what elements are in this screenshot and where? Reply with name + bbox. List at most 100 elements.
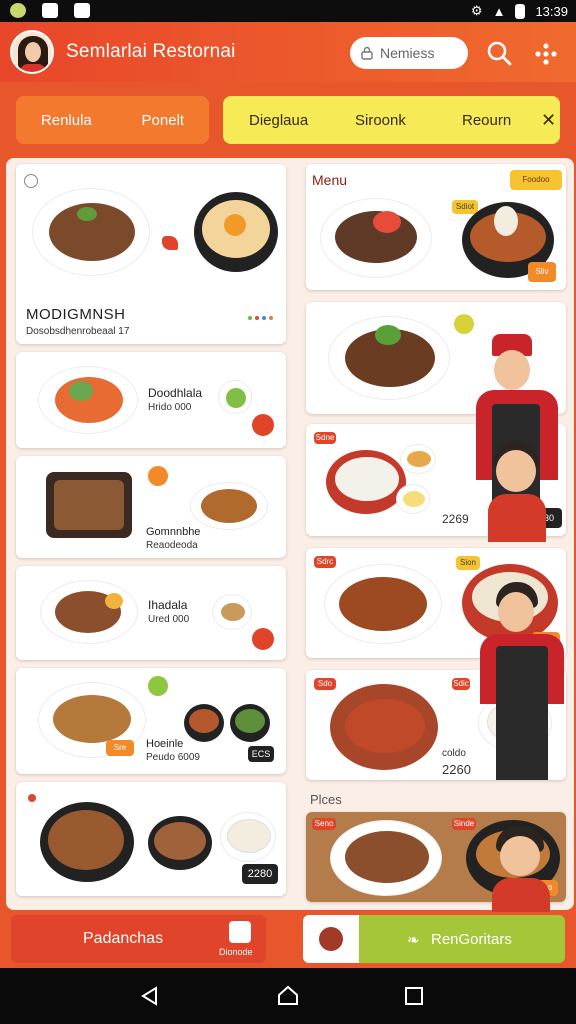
dish-image bbox=[40, 580, 138, 644]
search-placeholder: Nemiess bbox=[380, 45, 435, 61]
menu-title: Menu bbox=[312, 172, 348, 188]
dish-image bbox=[32, 188, 150, 276]
message-icon bbox=[42, 3, 58, 18]
dish-badge: Sion bbox=[456, 556, 480, 570]
tag-icon bbox=[252, 628, 274, 650]
back-icon[interactable] bbox=[140, 986, 160, 1006]
padanchas-button[interactable]: Padanchas Dionode bbox=[11, 915, 266, 963]
card-subtitle: Dosobsdhenrobeaal 17 bbox=[26, 326, 130, 337]
app-bar: Semlarlai Restornai Nemiess bbox=[0, 22, 576, 82]
egg-image bbox=[396, 484, 430, 514]
dish-badge: Sdic bbox=[452, 678, 470, 690]
clock-icon bbox=[24, 174, 38, 188]
dish-badge: Sdne bbox=[314, 432, 336, 444]
pepper-icon bbox=[162, 236, 178, 250]
dish-badge: Sre bbox=[106, 740, 134, 756]
dish-badge: Sliv bbox=[528, 262, 556, 282]
noodle-dish-image bbox=[324, 564, 442, 644]
home-icon[interactable] bbox=[276, 984, 300, 1006]
dish-badge: Sinde bbox=[452, 818, 476, 830]
button-sublabel: Dionode bbox=[219, 947, 253, 957]
tab-ponelt[interactable]: Ponelt bbox=[142, 112, 185, 129]
tab-dieglaua[interactable]: Dieglaua bbox=[249, 112, 308, 129]
food-icon bbox=[319, 927, 343, 951]
tab-renlula[interactable]: Renlula bbox=[41, 112, 92, 129]
recents-icon[interactable] bbox=[404, 986, 424, 1006]
android-icon bbox=[10, 3, 26, 18]
card-title: Doodhlala bbox=[148, 386, 203, 400]
dish-card-6[interactable]: 2280 bbox=[16, 782, 286, 896]
leaf-icon: ❧ bbox=[407, 932, 420, 949]
bowl-image bbox=[148, 816, 212, 870]
card-subtitle: Reaodeoda bbox=[146, 540, 198, 551]
menu-card[interactable]: Menu Foodoo Sdiot Sliv bbox=[306, 164, 566, 290]
leaf-icon bbox=[454, 314, 474, 334]
page-title: Semlarlai Restornai bbox=[66, 41, 236, 62]
card-title: Ihadala bbox=[148, 598, 188, 612]
wifi-icon: ▲ bbox=[492, 3, 506, 19]
side-dish-image bbox=[218, 380, 252, 414]
child-illustration bbox=[486, 826, 556, 912]
dish-card-3[interactable]: Gomnnbhe Reaodeoda bbox=[16, 456, 286, 558]
menu-badge: Foodoo bbox=[510, 170, 562, 190]
dish-image bbox=[330, 684, 438, 770]
content-panel: MODIGMNSH Dosobsdhenrobeaal 17 Doodhlala… bbox=[6, 158, 574, 912]
noodle-dish-image bbox=[190, 482, 268, 530]
dish-image bbox=[330, 820, 442, 896]
dish-card-5[interactable]: Sre Hoeinle Peudo 6009 ECS bbox=[16, 668, 286, 774]
close-icon[interactable]: ✕ bbox=[541, 110, 556, 131]
chili-icon bbox=[148, 466, 168, 486]
price-badge: ECS bbox=[248, 746, 274, 762]
price-label: coldo bbox=[442, 748, 466, 759]
chef-hat-icon bbox=[229, 921, 251, 943]
tab-reourn[interactable]: Reourn bbox=[462, 112, 511, 129]
dish-card-2[interactable]: Doodhlala Hrido 000 bbox=[16, 352, 286, 448]
navigation-bar bbox=[0, 968, 576, 1024]
card-subtitle: Hrido 000 bbox=[148, 402, 192, 413]
button-label: Padanchas bbox=[83, 930, 164, 947]
search-input[interactable]: Nemiess bbox=[350, 37, 468, 69]
dish-image bbox=[40, 802, 134, 882]
card-subtitle: Ured 000 bbox=[148, 614, 190, 625]
sauce-cup-image bbox=[400, 444, 436, 474]
tab-group-left: Renlula Ponelt bbox=[16, 96, 209, 144]
bowl-image bbox=[184, 704, 224, 742]
dish-image bbox=[38, 366, 138, 434]
dish-badge: Sdo bbox=[314, 678, 336, 690]
tab-siroonk[interactable]: Siroonk bbox=[355, 112, 406, 129]
search-icon[interactable] bbox=[484, 38, 514, 68]
dish-image bbox=[328, 316, 450, 400]
soup-cup-image bbox=[212, 594, 252, 630]
section-label: Plces bbox=[310, 792, 342, 807]
tab-group-right: Dieglaua Siroonk Reourn ✕ bbox=[223, 96, 560, 144]
grid-menu-icon[interactable] bbox=[532, 40, 560, 68]
dish-badge: Sdrc bbox=[314, 556, 336, 568]
dish-badge: Seno bbox=[312, 818, 336, 830]
button-label: RenGoritars bbox=[431, 931, 512, 948]
dish-card-1[interactable]: MODIGMNSH Dosobsdhenrobeaal 17 bbox=[16, 164, 286, 344]
card-subtitle: Peudo 6009 bbox=[146, 752, 200, 763]
price-value: 2260 bbox=[442, 762, 471, 777]
dish-image bbox=[320, 198, 432, 278]
rice-bowl-image bbox=[194, 192, 278, 272]
status-bar: ⚙ ▲ 13:39 bbox=[0, 0, 576, 22]
photo-icon bbox=[74, 3, 90, 18]
card-title: Hoeinle bbox=[146, 738, 184, 750]
chef-illustration bbox=[474, 582, 570, 782]
card-title: MODIGMNSH bbox=[26, 306, 126, 323]
price-label: 2269 bbox=[442, 512, 469, 526]
rice-bowl-image bbox=[220, 812, 276, 862]
dot-icon bbox=[28, 794, 36, 802]
avatar[interactable] bbox=[10, 30, 54, 74]
rengoritars-button[interactable]: ❧ RenGoritars bbox=[303, 915, 565, 963]
lock-icon bbox=[361, 46, 373, 60]
dish-card-4[interactable]: Ihadala Ured 000 bbox=[16, 566, 286, 660]
card-title: Gomnnbhe bbox=[146, 526, 201, 538]
bowl-image bbox=[230, 704, 270, 742]
battery-icon bbox=[515, 3, 526, 19]
child-illustration bbox=[482, 442, 552, 542]
price-badge: 2280 bbox=[242, 864, 278, 884]
settings-icon: ⚙ bbox=[470, 3, 483, 18]
leaf-icon bbox=[148, 676, 168, 696]
tag-icon bbox=[252, 414, 274, 436]
